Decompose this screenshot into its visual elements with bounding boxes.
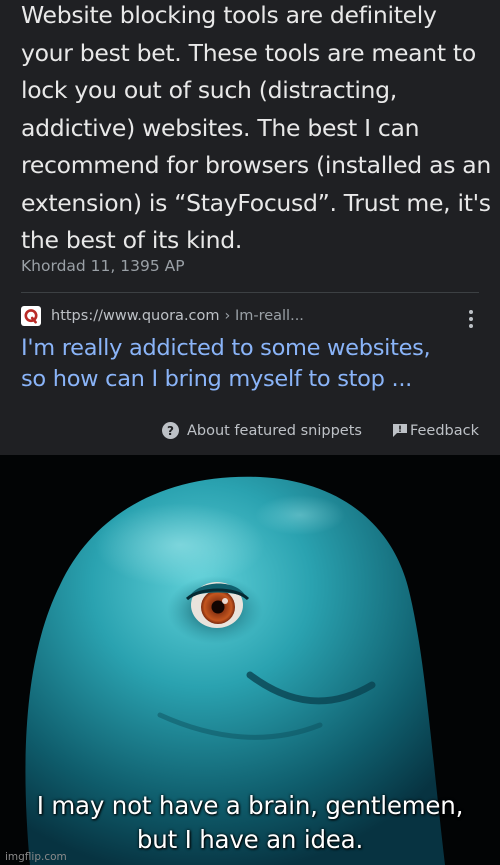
result-title-line-1[interactable]: I'm really addicted to some websites,: [21, 333, 481, 364]
imgflip-watermark: imgflip.com: [5, 851, 67, 863]
feedback-icon[interactable]: [392, 423, 408, 438]
result-title-line-2[interactable]: so how can I bring myself to stop ...: [21, 364, 481, 395]
about-featured-snippets-link[interactable]: About featured snippets: [187, 423, 362, 439]
feedback-link[interactable]: Feedback: [410, 423, 479, 439]
source-url[interactable]: https://www.quora.com: [51, 308, 220, 324]
source-row[interactable]: https://www.quora.com › Im-reall...: [21, 305, 304, 327]
source-breadcrumb[interactable]: › Im-reall...: [225, 308, 304, 324]
divider: [21, 292, 479, 293]
meme-image: I may not have a brain, gentlemen, but I…: [0, 455, 500, 865]
help-icon[interactable]: ?: [161, 422, 179, 439]
meme-caption-line-2: but I have an idea.: [136, 825, 364, 854]
snippet-footer: ? About featured snippets Feedback: [161, 422, 479, 439]
snippet-date: Khordad 11, 1395 AP: [21, 257, 185, 275]
more-options-icon[interactable]: [463, 308, 479, 330]
featured-snippet-card: Website blocking tools are definitely yo…: [0, 0, 500, 455]
result-title-link[interactable]: I'm really addicted to some websites, so…: [21, 333, 481, 395]
quora-icon: [21, 306, 41, 326]
snippet-text: Website blocking tools are definitely yo…: [21, 1, 492, 254]
meme-caption-line-1: I may not have a brain, gentlemen,: [36, 791, 464, 820]
